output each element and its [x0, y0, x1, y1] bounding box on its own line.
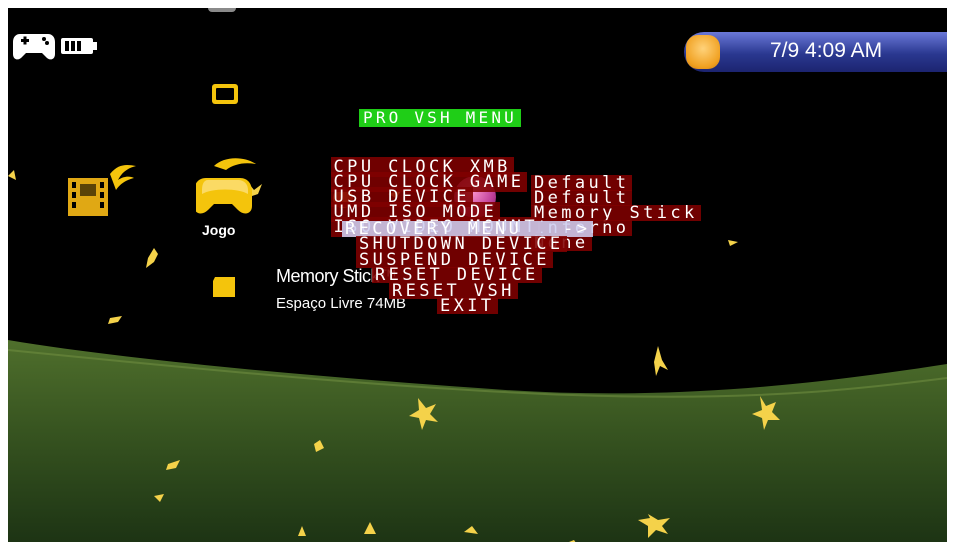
game-column-label: Jogo: [202, 222, 236, 238]
vsh-setting-row[interactable]: UMD ISO MODE Inferno: [276, 188, 633, 237]
storage-free-space: Espaço Livre 74MB: [276, 295, 407, 312]
umd-icon[interactable]: [211, 83, 239, 105]
memory-stick-icon[interactable]: [211, 276, 237, 298]
vsh-setting-row[interactable]: ISO VIDEO MOUNT None: [276, 203, 592, 252]
vsh-setting-row[interactable]: USB DEVICE Memory Stick: [276, 173, 701, 222]
vsh-exit-item[interactable]: EXIT: [437, 298, 498, 315]
game-icon[interactable]: [196, 156, 260, 222]
vsh-setting-row[interactable]: CPU CLOCK XMB Default: [276, 143, 633, 192]
gamepad-icon: [13, 34, 55, 60]
battery-icon: [61, 38, 97, 54]
video-icon[interactable]: [66, 160, 140, 220]
clock-datetime: 7/9 4:09 AM: [770, 39, 883, 62]
vsh-setting-row[interactable]: CPU CLOCK GAME Default: [276, 158, 633, 207]
xmb-top-edge-icon: [208, 8, 236, 12]
clock-knob-icon: [686, 35, 720, 69]
psp-screen: 7/9 4:09 AM Jogo Memory Stick™ Espaço Li…: [8, 8, 947, 542]
vsh-menu-title: PRO VSH MENU: [359, 109, 521, 127]
